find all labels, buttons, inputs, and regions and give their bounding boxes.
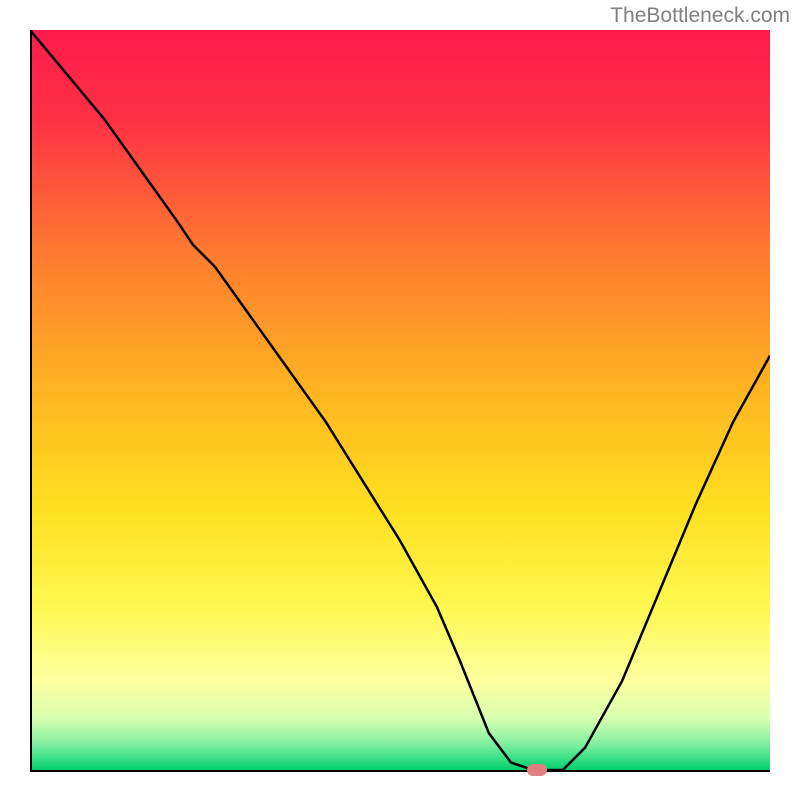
watermark-text: TheBottleneck.com	[610, 4, 790, 28]
bottleneck-curve	[30, 30, 770, 770]
y-axis	[30, 30, 32, 770]
plot-area	[30, 30, 770, 770]
optimal-marker	[527, 764, 547, 776]
x-axis	[30, 770, 770, 772]
chart-container: TheBottleneck.com	[0, 0, 800, 800]
